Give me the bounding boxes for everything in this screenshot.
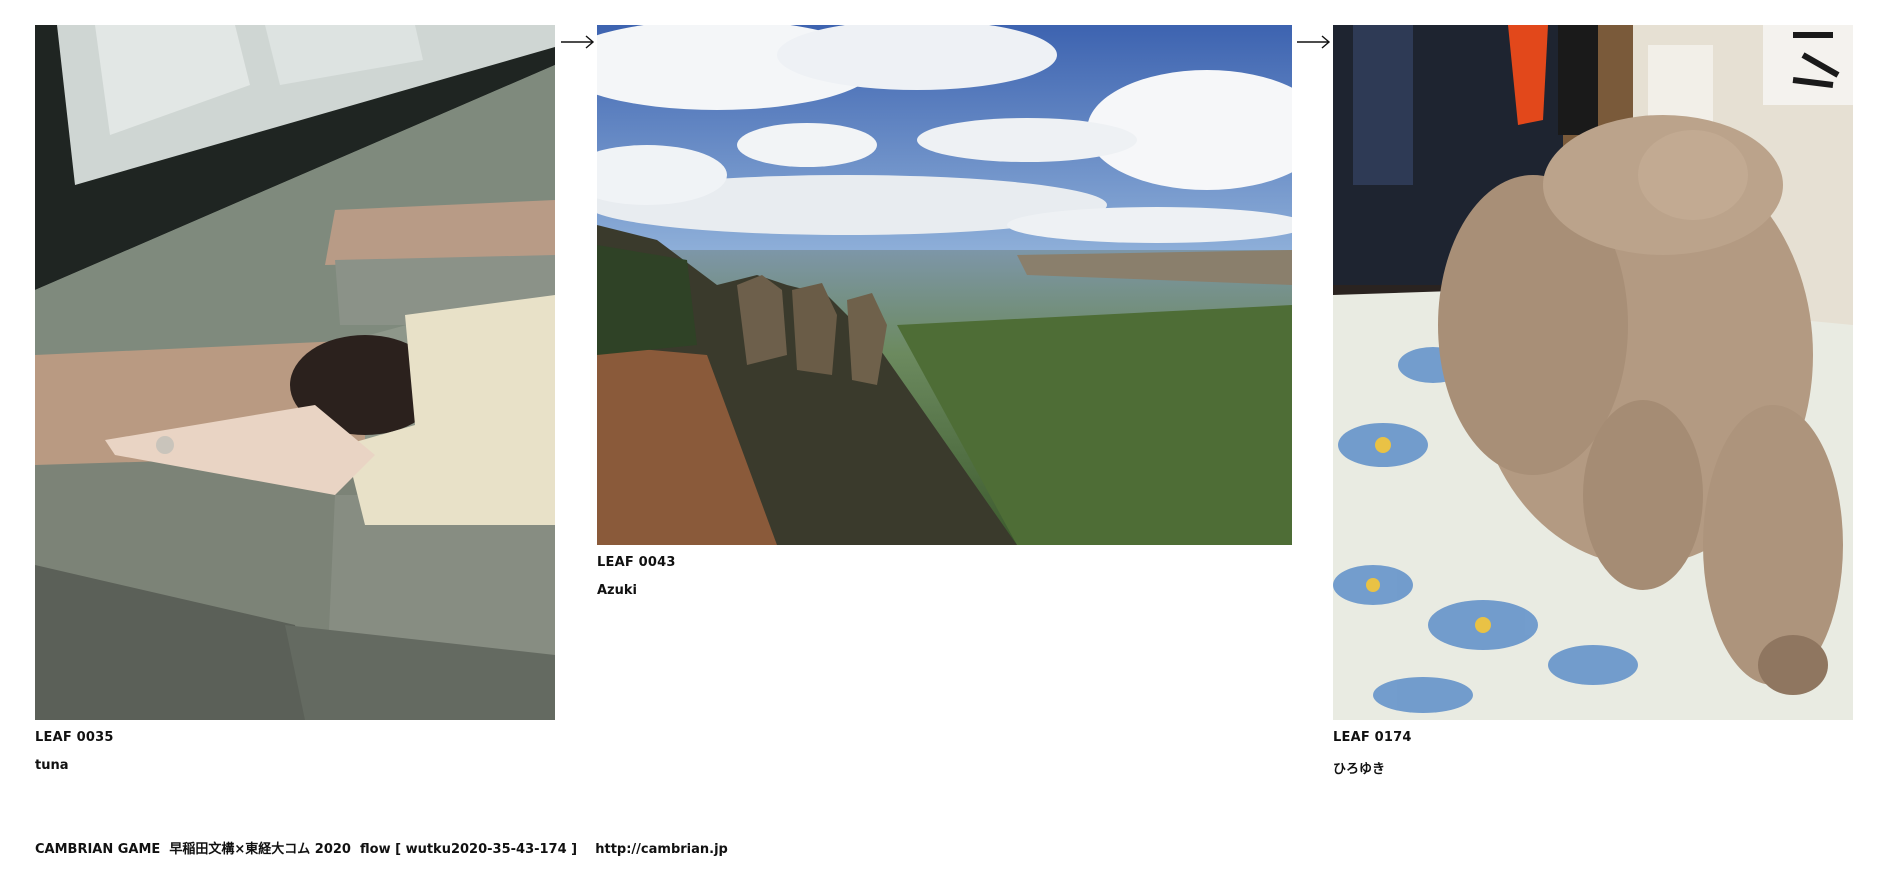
arrow-right-icon [1297, 35, 1331, 49]
leaf-id: LEAF 0174 [1333, 730, 1412, 745]
leaf-photo[interactable] [597, 25, 1292, 545]
footer-text: CAMBRIAN GAME 早稲田文構×東経大コム 2020 flow [ wu… [35, 842, 578, 857]
leaf-name[interactable]: ひろゆき [1333, 758, 1853, 777]
footer-link[interactable]: http://cambrian.jp [595, 842, 728, 857]
leaf-card-0174[interactable]: LEAF 0174 ひろゆき [1333, 25, 1853, 777]
leaf-id: LEAF 0035 [35, 730, 114, 745]
leaf-card-0043[interactable]: LEAF 0043 Azuki [597, 25, 1292, 598]
leaf-card-0035[interactable]: LEAF 0035 tuna [35, 25, 555, 773]
leaf-id: LEAF 0043 [597, 555, 676, 570]
leaf-photo[interactable] [1333, 25, 1853, 720]
leaf-name[interactable]: tuna [35, 758, 555, 773]
footer: CAMBRIAN GAME 早稲田文構×東経大コム 2020 flow [ wu… [35, 838, 728, 857]
arrow-right-icon [561, 35, 595, 49]
leaf-photo[interactable] [35, 25, 555, 720]
leaf-name[interactable]: Azuki [597, 583, 1292, 598]
